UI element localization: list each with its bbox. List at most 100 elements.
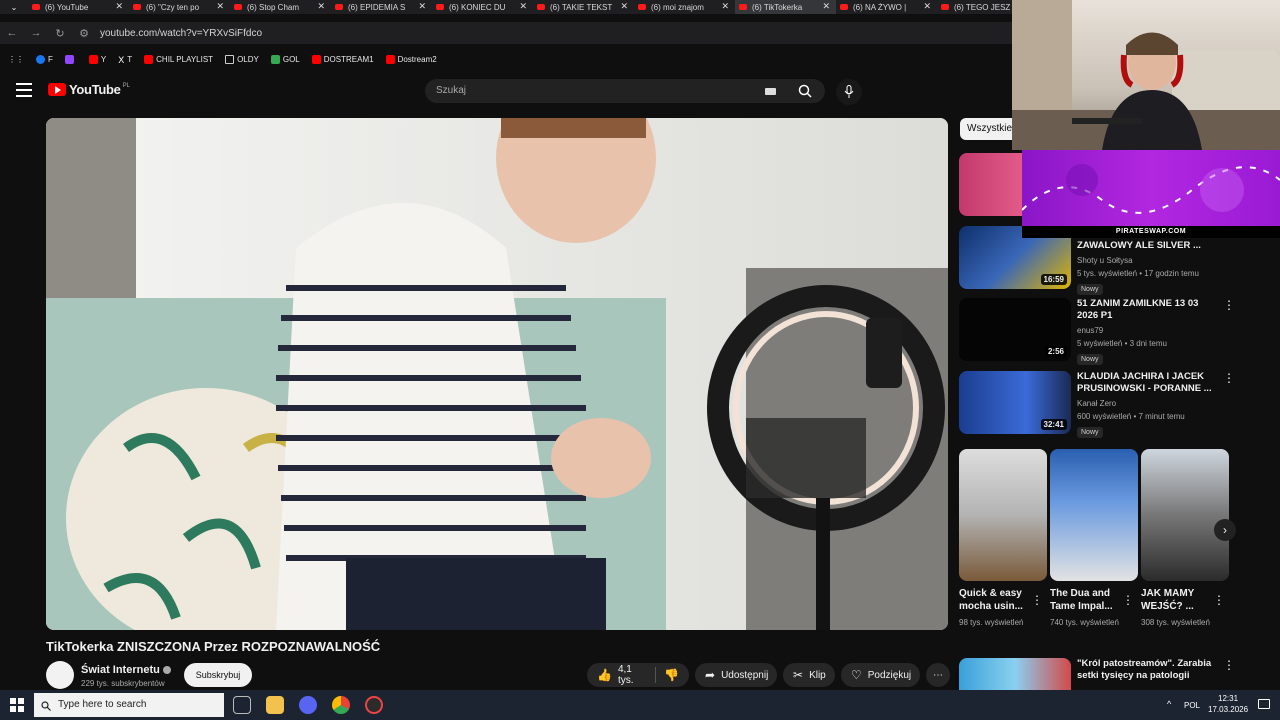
channel-name[interactable]: enus79: [1077, 326, 1217, 335]
apps-grid-icon[interactable]: ⋮⋮: [8, 55, 24, 64]
close-icon[interactable]: ✕: [216, 1, 224, 12]
bookmark-item[interactable]: CHIL PLAYLIST: [144, 54, 213, 64]
channel-name[interactable]: Świat Internetu: [81, 664, 171, 676]
search-button[interactable]: [785, 79, 825, 103]
back-arrow-icon[interactable]: ←: [0, 27, 24, 39]
new-badge: Nowy: [1077, 354, 1103, 365]
verified-badge-icon: [162, 666, 171, 675]
browser-tab[interactable]: (6) YouTube ✕: [28, 0, 129, 14]
chevron-right-icon[interactable]: ›: [1214, 519, 1236, 541]
browser-tab[interactable]: (6) Stop Cham ✕: [230, 0, 331, 14]
bookmark-item[interactable]: Y: [88, 54, 106, 64]
filter-chip-all[interactable]: Wszystkie: [960, 118, 1018, 140]
short-views: 740 tys. wyświetleń: [1050, 618, 1119, 627]
video-thumbnail[interactable]: 2:56: [959, 298, 1071, 361]
thanks-button[interactable]: ♡ Podziękuj: [841, 663, 920, 687]
more-vertical-icon[interactable]: ⋮: [1223, 371, 1235, 385]
site-info-icon[interactable]: ⚙: [72, 27, 96, 40]
more-vertical-icon[interactable]: ⋮: [1223, 298, 1235, 312]
browser-tab[interactable]: (6) moi znajom ✕: [634, 0, 735, 14]
recommended-video[interactable]: "Król patostreamów". Zarabia setki tysię…: [959, 658, 1239, 690]
bookmark-item[interactable]: F: [36, 54, 53, 64]
windows-start-icon[interactable]: [10, 698, 24, 712]
browser-tab[interactable]: (6) KONIEC DU ✕: [432, 0, 533, 14]
video-meta: "Król patostreamów". Zarabia setki tysię…: [1077, 658, 1217, 682]
close-icon[interactable]: ✕: [115, 1, 123, 12]
close-icon[interactable]: ✕: [923, 1, 931, 12]
short-thumbnail[interactable]: [959, 449, 1047, 581]
forward-arrow-icon[interactable]: →: [24, 27, 48, 39]
more-vertical-icon[interactable]: ⋮: [1031, 593, 1043, 607]
keyboard-icon[interactable]: [765, 88, 776, 95]
browser-tab[interactable]: (6) EPIDEMIA S ✕: [331, 0, 432, 14]
more-vertical-icon[interactable]: ⋮: [1223, 658, 1235, 672]
video-thumbnail[interactable]: 32:41: [959, 371, 1071, 434]
youtube-favicon-icon: [133, 4, 141, 10]
more-vertical-icon[interactable]: ⋮: [1122, 593, 1134, 607]
hamburger-menu-icon[interactable]: [16, 83, 32, 97]
bookmark-item[interactable]: Dostream2: [385, 54, 437, 64]
close-icon[interactable]: ✕: [519, 1, 527, 12]
duration-badge: 32:41: [1040, 419, 1067, 430]
obs-icon[interactable]: [365, 696, 383, 714]
subscribe-button[interactable]: Subskrybuj: [184, 663, 252, 687]
short-title[interactable]: The Dua and Tame Impal...: [1050, 587, 1120, 613]
file-explorer-icon[interactable]: [266, 696, 284, 714]
bookmark-item[interactable]: GOL: [270, 54, 300, 64]
video-title[interactable]: ZAWALOWY ALE SILVER ...: [1077, 240, 1217, 252]
browser-tab-active[interactable]: (6) TikTokerka ✕: [735, 0, 836, 14]
more-actions-button[interactable]: ⋯: [926, 663, 950, 687]
close-icon[interactable]: ✕: [418, 1, 426, 12]
video-title[interactable]: "Król patostreamów". Zarabia setki tysię…: [1077, 658, 1217, 682]
system-clock[interactable]: 12:31 17.03.2026: [1208, 693, 1248, 715]
chevron-up-icon[interactable]: ^: [1167, 699, 1171, 709]
video-thumbnail[interactable]: [959, 658, 1071, 690]
bookmark-item[interactable]: [64, 54, 77, 64]
browser-tab[interactable]: (6) "Czy ten po ✕: [129, 0, 230, 14]
video-meta: 51 ZANIM ZAMILKNE 13 03 2026 P1 enus79 5…: [1077, 298, 1217, 366]
recommended-video[interactable]: 2:56 51 ZANIM ZAMILKNE 13 03 2026 P1 enu…: [959, 298, 1239, 365]
url-field[interactable]: youtube.com/watch?v=YRXvSiFfdco: [100, 28, 262, 39]
channel-avatar[interactable]: [46, 661, 74, 689]
reload-icon[interactable]: ↻: [48, 27, 72, 40]
close-icon[interactable]: ✕: [721, 1, 729, 12]
close-icon[interactable]: ✕: [317, 1, 325, 12]
tab-search-icon[interactable]: ⌄: [0, 0, 28, 14]
video-player[interactable]: [46, 118, 948, 630]
channel-name[interactable]: Shoty u Sołtysa: [1077, 256, 1217, 265]
browser-tab[interactable]: (6) NA ŻYWO | ✕: [836, 0, 937, 14]
bookmark-folder[interactable]: OLDY: [225, 54, 259, 64]
short-title[interactable]: Quick & easy mocha usin...: [959, 587, 1029, 613]
youtube-logo[interactable]: YouTube PL: [48, 82, 130, 97]
share-button[interactable]: ➦ Udostępnij: [695, 663, 777, 687]
video-title[interactable]: 51 ZANIM ZAMILKNE 13 03 2026 P1: [1077, 298, 1217, 322]
discord-icon[interactable]: [299, 696, 317, 714]
close-icon[interactable]: ✕: [620, 1, 628, 12]
voice-search-button[interactable]: [836, 79, 862, 105]
taskbar-search-input[interactable]: Type here to search: [34, 693, 224, 717]
video-title[interactable]: KLAUDIA JACHIRA I JACEK PRUSINOWSKI - PO…: [1077, 371, 1217, 395]
channel-name[interactable]: Kanał Zero: [1077, 399, 1217, 408]
close-icon[interactable]: ✕: [822, 1, 830, 12]
youtube-favicon-icon: [739, 4, 747, 10]
short-thumbnail[interactable]: [1050, 449, 1138, 581]
shorts-shelf: Quick & easy mocha usin... ⋮ 98 tys. wyś…: [959, 449, 1229, 649]
language-indicator[interactable]: POL: [1184, 701, 1200, 710]
short-thumbnail[interactable]: [1141, 449, 1229, 581]
thumbs-up-icon[interactable]: 👍: [597, 668, 612, 682]
short-title[interactable]: JAK MAMY WEJŚĆ? ...: [1141, 587, 1211, 613]
clip-button[interactable]: ✂ Klip: [783, 663, 835, 687]
search-input[interactable]: Szukaj: [425, 79, 785, 103]
browser-tab[interactable]: (6) TAKIE TEKST ✕: [533, 0, 634, 14]
notification-icon[interactable]: [1258, 699, 1270, 709]
more-vertical-icon[interactable]: ⋮: [1213, 593, 1225, 607]
chrome-icon[interactable]: [332, 696, 350, 714]
thumbs-down-icon[interactable]: 👎: [664, 668, 679, 682]
bookmark-item[interactable]: DOSTREAM1: [311, 54, 374, 64]
youtube-play-icon: [48, 83, 66, 96]
task-view-icon[interactable]: [233, 696, 251, 714]
recommended-video[interactable]: 32:41 KLAUDIA JACHIRA I JACEK PRUSINOWSK…: [959, 371, 1239, 438]
bookmark-item[interactable]: XT: [118, 55, 132, 65]
like-count[interactable]: 4,1 tys.: [618, 664, 647, 686]
folder-icon: [225, 54, 235, 64]
